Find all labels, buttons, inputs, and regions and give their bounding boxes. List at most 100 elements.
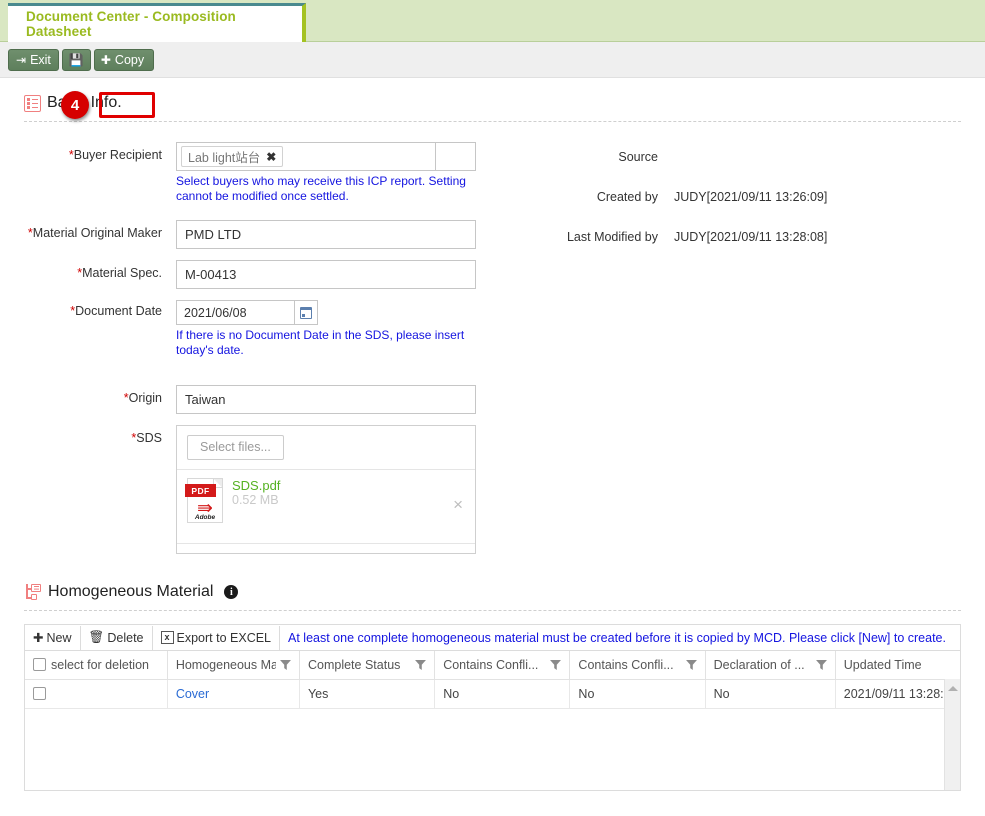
created-by-value: JUDY[2021/09/11 13:26:09]: [674, 189, 828, 204]
field-row-material-spec: *Material Spec.: [24, 260, 961, 289]
exit-arrow-icon: ⇥: [16, 52, 27, 67]
divider: [24, 610, 961, 611]
filter-icon[interactable]: [550, 659, 562, 670]
document-date-label: *Document Date: [70, 304, 162, 318]
remove-token-icon[interactable]: ✖: [266, 150, 276, 164]
homogeneous-material-title: Homogeneous Material: [48, 583, 214, 600]
row-checkbox[interactable]: [33, 686, 46, 700]
homogeneous-material-link[interactable]: Cover: [176, 687, 209, 701]
basic-info-meta-column: Source Created by JUDY[2021/09/11 13:26:…: [534, 142, 974, 256]
buyer-recipient-picker-box[interactable]: [436, 142, 476, 171]
filter-icon[interactable]: [815, 659, 827, 670]
new-button[interactable]: ✚ New: [25, 625, 81, 650]
page-toolbar: ⇥ Exit 💾 ✚ Copy 4: [0, 42, 985, 119]
cell-updated-time: 2021/09/11 13:28:08: [835, 679, 960, 709]
grid-table: select for deletion Homogeneous Mate Com…: [25, 651, 960, 709]
document-date-group: [176, 300, 961, 325]
field-row-origin: *Origin: [24, 385, 961, 414]
filter-icon[interactable]: [415, 659, 427, 670]
col-contains-conflict-2[interactable]: Contains Confli...: [569, 651, 706, 680]
list-icon: [24, 94, 41, 112]
sds-file-item: PDF ⇛ Adobe SDS.pdf 0.52 MB ×: [177, 470, 475, 544]
table-row[interactable]: Cover Yes No No No 2021/09/11 13:28:08: [25, 679, 960, 709]
buyer-recipient-token-input[interactable]: Lab light站台 ✖: [176, 142, 436, 171]
basic-info-form: *Buyer Recipient Lab light站台 ✖ Select bu…: [24, 122, 961, 554]
homogeneous-material-section: Homogeneous Material i ✚ New 🗑 Delete x …: [0, 559, 985, 791]
basic-info-header: Basic Info.: [24, 78, 961, 112]
origin-input[interactable]: [176, 385, 476, 414]
col-homogeneous-material-name[interactable]: Homogeneous Mate: [167, 651, 300, 680]
sds-uploader-head: Select files...: [177, 426, 475, 470]
plus-icon: ✚: [33, 631, 44, 645]
pdf-file-icon: PDF ⇛ Adobe: [185, 478, 223, 523]
origin-label: *Origin: [123, 391, 162, 405]
cell-contains-conflict-2: No: [569, 679, 706, 709]
exit-button-label: Exit: [30, 52, 51, 67]
save-disk-icon: 💾: [68, 52, 84, 67]
tab-label: Document Center - Composition Datasheet: [26, 9, 236, 39]
grid-vertical-scrollbar[interactable]: [944, 679, 960, 790]
col-contains-conflict-1[interactable]: Contains Confli...: [434, 651, 571, 680]
cell-complete-status: Yes: [299, 679, 436, 709]
scroll-up-arrow-icon[interactable]: [947, 686, 958, 691]
document-date-hint: If there is no Document Date in the SDS,…: [176, 328, 465, 357]
copy-button[interactable]: ✚ Copy: [93, 48, 155, 71]
grid-warning-note: At least one complete homogeneous materi…: [288, 630, 946, 645]
delete-button-label: Delete: [107, 630, 144, 645]
plus-icon: ✚: [100, 52, 111, 67]
buyer-recipient-label: *Buyer Recipient: [68, 148, 162, 162]
last-modified-by-label: Last Modified by: [566, 229, 658, 244]
export-to-excel-button[interactable]: x Export to EXCEL: [152, 625, 281, 650]
sds-file-name[interactable]: SDS.pdf: [232, 478, 280, 493]
tab-strip: Document Center - Composition Datasheet: [0, 0, 985, 42]
filter-icon[interactable]: [685, 659, 697, 670]
info-icon[interactable]: i: [224, 585, 239, 599]
delete-button[interactable]: 🗑 Delete: [80, 625, 153, 650]
export-to-excel-label: Export to EXCEL: [176, 630, 272, 645]
tab-document-center-composition-datasheet[interactable]: Document Center - Composition Datasheet: [8, 3, 306, 42]
calendar-icon: [300, 306, 312, 319]
excel-icon: x: [160, 631, 174, 644]
source-label: Source: [618, 149, 658, 164]
created-by-label: Created by: [596, 189, 658, 204]
grid-toolbar: ✚ New 🗑 Delete x Export to EXCEL At leas…: [24, 624, 961, 650]
cell-contains-conflict-1: No: [434, 679, 571, 709]
select-all-checkbox[interactable]: [33, 657, 46, 671]
meta-row-created-by: Created by JUDY[2021/09/11 13:26:09]: [534, 182, 974, 211]
field-row-sds: *SDS Select files... PDF ⇛ Adobe SDS.pdf…: [24, 425, 961, 554]
meta-row-source: Source: [534, 142, 974, 171]
sds-uploader: Select files... PDF ⇛ Adobe SDS.pdf 0.52…: [176, 425, 476, 554]
sds-label: *SDS: [131, 431, 162, 445]
cell-homogeneous-material-name: Cover: [167, 679, 300, 709]
filter-icon[interactable]: [280, 659, 291, 670]
sds-uploader-foot: [177, 544, 475, 553]
exit-button[interactable]: ⇥ Exit: [8, 48, 59, 71]
document-date-picker-button[interactable]: [294, 300, 318, 325]
field-row-document-date: *Document Date If there is no Document D…: [24, 300, 961, 358]
meta-row-last-modified-by: Last Modified by JUDY[2021/09/11 13:28:0…: [534, 222, 974, 251]
save-button[interactable]: 💾: [61, 48, 91, 71]
sds-file-meta: SDS.pdf 0.52 MB: [232, 478, 280, 508]
select-files-button[interactable]: Select files...: [187, 435, 284, 460]
buyer-recipient-token-label: Lab light站台: [188, 151, 261, 165]
document-date-input[interactable]: [176, 300, 294, 325]
material-spec-input[interactable]: [176, 260, 476, 289]
col-updated-time[interactable]: Updated Time: [835, 651, 960, 680]
last-modified-by-value: JUDY[2021/09/11 13:28:08]: [674, 229, 828, 244]
tree-icon: [24, 583, 42, 601]
sds-file-size: 0.52 MB: [232, 493, 279, 507]
pdf-icon-brand: Adobe: [194, 514, 216, 521]
basic-info-section: Basic Info. *Buyer Recipient Lab light站台…: [0, 78, 985, 554]
trash-icon: 🗑: [88, 630, 105, 644]
remove-file-icon[interactable]: ×: [453, 496, 463, 513]
buyer-recipient-token[interactable]: Lab light站台 ✖: [181, 146, 284, 167]
col-declaration-of[interactable]: Declaration of ...: [705, 651, 836, 680]
homogeneous-material-grid: select for deletion Homogeneous Mate Com…: [24, 650, 961, 791]
row-select-checkbox-cell: [25, 679, 168, 709]
new-button-label: New: [46, 630, 72, 645]
col-complete-status[interactable]: Complete Status: [299, 651, 436, 680]
material-original-maker-input[interactable]: [176, 220, 476, 249]
cell-declaration-of: No: [705, 679, 836, 709]
material-spec-label: *Material Spec.: [77, 266, 162, 280]
col-select-for-deletion: select for deletion: [25, 651, 168, 680]
